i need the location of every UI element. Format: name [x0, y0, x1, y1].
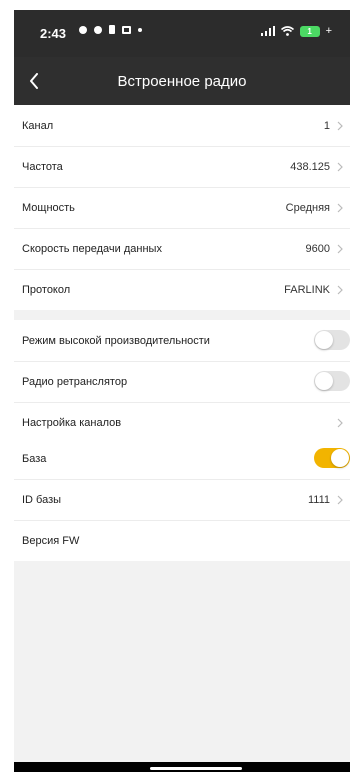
setting-value: FARLINK — [284, 283, 330, 296]
chevron-right-icon — [336, 202, 344, 214]
setting-label: Скорость передачи данных — [22, 242, 162, 255]
screen: 2:43 1 + Встроенное радио Канал 1 Частот… — [14, 10, 350, 772]
setting-row-base-id[interactable]: ID базы 1111 — [14, 479, 350, 520]
chevron-right-icon — [336, 120, 344, 132]
setting-value: 1 — [323, 119, 330, 132]
chevron-right-icon — [336, 161, 344, 173]
setting-label: Радио ретранслятор — [22, 375, 128, 388]
setting-row-channel[interactable]: Канал 1 — [14, 105, 350, 146]
dot-icon — [138, 27, 142, 32]
charging-icon: + — [325, 25, 332, 37]
setting-row-high-performance: Режим высокой производительности — [14, 320, 350, 361]
notification-icons — [79, 25, 142, 34]
battery-icon: 1 — [299, 25, 320, 37]
setting-value: 9600 — [305, 242, 330, 255]
setting-label: Версия FW — [22, 534, 80, 547]
toggle-knob — [315, 331, 333, 349]
mail-icon — [122, 25, 131, 34]
setting-row-repeater: Радио ретранслятор — [14, 361, 350, 402]
chat-bubble-icon — [79, 25, 87, 34]
chevron-right-icon — [336, 243, 344, 255]
high-performance-toggle[interactable] — [314, 330, 350, 350]
setting-value: 1111 — [307, 493, 330, 506]
setting-value: Средняя — [285, 201, 330, 214]
toggle-knob — [331, 449, 349, 467]
base-toggle[interactable] — [314, 448, 350, 468]
sim-icon — [109, 25, 115, 34]
setting-row-channel-setup[interactable]: Настройка каналов — [14, 402, 350, 443]
settings-group-base: База ID базы 1111 Версия FW — [14, 438, 350, 561]
page-title: Встроенное радио — [117, 73, 247, 90]
setting-value: 438.125 — [290, 160, 330, 173]
setting-row-power[interactable]: Мощность Средняя — [14, 187, 350, 228]
setting-row-base: База — [14, 438, 350, 479]
setting-row-frequency[interactable]: Частота 438.125 — [14, 146, 350, 187]
wifi-icon — [280, 26, 294, 36]
setting-label: ID базы — [22, 493, 62, 506]
settings-group-radio: Канал 1 Частота 438.125 Мощность Средняя… — [14, 105, 350, 310]
system-icons: 1 + — [260, 25, 332, 37]
signal-icon — [260, 26, 275, 36]
setting-row-data-rate[interactable]: Скорость передачи данных 9600 — [14, 228, 350, 269]
settings-group-modes: Режим высокой производительности Радио р… — [14, 320, 350, 443]
chevron-right-icon — [336, 494, 344, 506]
setting-label: Протокол — [22, 283, 71, 296]
status-bar: 2:43 1 + — [14, 10, 350, 57]
chevron-right-icon — [336, 417, 344, 429]
setting-label: Частота — [22, 160, 63, 173]
chat-bubble-icon — [94, 25, 102, 34]
setting-label: Настройка каналов — [22, 416, 122, 429]
setting-label: База — [22, 452, 47, 465]
navigation-bar — [14, 762, 350, 772]
setting-row-protocol[interactable]: Протокол FARLINK — [14, 269, 350, 310]
chevron-right-icon — [336, 284, 344, 296]
toggle-knob — [315, 372, 333, 390]
setting-label: Мощность — [22, 201, 75, 214]
setting-row-fw-version: Версия FW — [14, 520, 350, 561]
setting-label: Режим высокой производительности — [22, 334, 210, 347]
status-time: 2:43 — [40, 26, 67, 41]
app-header: Встроенное радио — [14, 57, 350, 105]
repeater-toggle[interactable] — [314, 371, 350, 391]
setting-label: Канал — [22, 119, 54, 132]
home-indicator[interactable] — [150, 767, 242, 770]
